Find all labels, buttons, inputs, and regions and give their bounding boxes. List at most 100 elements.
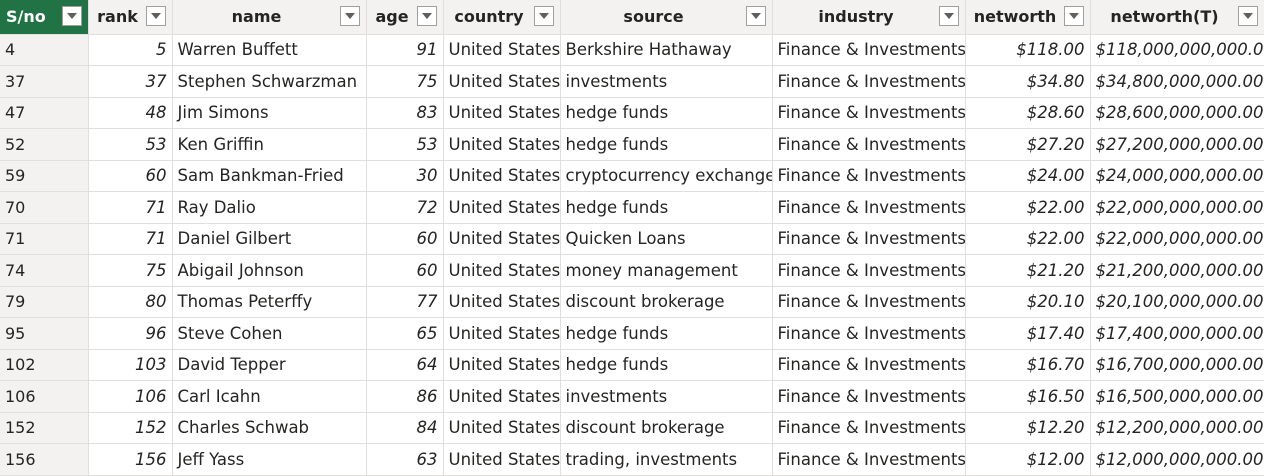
filter-dropdown-button[interactable] [145, 6, 166, 26]
cell-source[interactable]: hedge funds [560, 317, 773, 350]
cell-networth-t[interactable]: $12,200,000,000.00 [1090, 412, 1264, 444]
cell-source[interactable]: Berkshire Hathaway [560, 34, 773, 66]
cell-source[interactable]: money management [560, 254, 773, 287]
cell-networth[interactable]: $16.70 [965, 349, 1091, 381]
cell-industry[interactable]: Finance & Investments [772, 317, 966, 350]
cell-country[interactable]: United States [443, 254, 561, 287]
cell-sno[interactable]: 70 [0, 191, 89, 224]
table-row[interactable]: 106 106 Carl Icahn 86 United States investmen… [0, 380, 1264, 413]
cell-rank[interactable]: 37 [88, 65, 173, 98]
cell-age[interactable]: 75 [366, 65, 444, 98]
filter-dropdown-button[interactable] [61, 6, 82, 26]
cell-networth[interactable]: $20.10 [965, 286, 1091, 318]
cell-industry[interactable]: Finance & Investments [772, 160, 966, 192]
cell-networth-t[interactable]: $21,200,000,000.00 [1090, 254, 1264, 287]
cell-networth-t[interactable]: $118,000,000,000.00 [1090, 34, 1264, 66]
cell-industry[interactable]: Finance & Investments [772, 380, 966, 413]
cell-networth-t[interactable]: $12,000,000,000.00 [1090, 443, 1264, 476]
cell-sno[interactable]: 4 [0, 34, 89, 66]
cell-name[interactable]: Charles Schwab [172, 412, 367, 444]
cell-networth[interactable]: $22.00 [965, 223, 1091, 255]
cell-networth-t[interactable]: $27,200,000,000.00 [1090, 128, 1264, 161]
table-row[interactable]: 47 48 Jim Simons 83 United States hedge funds… [0, 97, 1264, 129]
cell-industry[interactable]: Finance & Investments [772, 128, 966, 161]
cell-networth[interactable]: $27.20 [965, 128, 1091, 161]
cell-country[interactable]: United States [443, 97, 561, 129]
cell-networth[interactable]: $28.60 [965, 97, 1091, 129]
cell-networth[interactable]: $22.00 [965, 191, 1091, 224]
cell-name[interactable]: Abigail Johnson [172, 254, 367, 287]
cell-sno[interactable]: 74 [0, 254, 89, 287]
filter-dropdown-button[interactable] [745, 6, 766, 26]
cell-rank[interactable]: 60 [88, 160, 173, 192]
cell-country[interactable]: United States [443, 380, 561, 413]
cell-source[interactable]: investments [560, 380, 773, 413]
filter-dropdown-button[interactable] [416, 6, 437, 26]
cell-name[interactable]: Jim Simons [172, 97, 367, 129]
cell-sno[interactable]: 71 [0, 223, 89, 255]
cell-age[interactable]: 83 [366, 97, 444, 129]
cell-networth[interactable]: $118.00 [965, 34, 1091, 66]
cell-name[interactable]: Sam Bankman-Fried [172, 160, 367, 192]
cell-sno[interactable]: 52 [0, 128, 89, 161]
cell-rank[interactable]: 5 [88, 34, 173, 66]
cell-source[interactable]: investments [560, 65, 773, 98]
cell-age[interactable]: 72 [366, 191, 444, 224]
table-row[interactable]: 79 80 Thomas Peterffy 77 United States discou… [0, 286, 1264, 318]
cell-name[interactable]: Carl Icahn [172, 380, 367, 413]
cell-networth-t[interactable]: $16,700,000,000.00 [1090, 349, 1264, 381]
cell-industry[interactable]: Finance & Investments [772, 349, 966, 381]
cell-name[interactable]: Warren Buffett [172, 34, 367, 66]
cell-name[interactable]: Daniel Gilbert [172, 223, 367, 255]
cell-networth-t[interactable]: $20,100,000,000.00 [1090, 286, 1264, 318]
cell-age[interactable]: 84 [366, 412, 444, 444]
column-header-networth[interactable]: networth [965, 0, 1091, 35]
cell-country[interactable]: United States [443, 160, 561, 192]
cell-networth[interactable]: $34.80 [965, 65, 1091, 98]
filter-dropdown-button[interactable] [339, 6, 360, 26]
cell-sno[interactable]: 79 [0, 286, 89, 318]
cell-rank[interactable]: 80 [88, 286, 173, 318]
column-header-source[interactable]: source [560, 0, 773, 35]
cell-country[interactable]: United States [443, 65, 561, 98]
cell-rank[interactable]: 75 [88, 254, 173, 287]
cell-country[interactable]: United States [443, 128, 561, 161]
cell-country[interactable]: United States [443, 191, 561, 224]
cell-industry[interactable]: Finance & Investments [772, 254, 966, 287]
cell-networth-t[interactable]: $17,400,000,000.00 [1090, 317, 1264, 350]
cell-age[interactable]: 60 [366, 223, 444, 255]
cell-name[interactable]: Stephen Schwarzman [172, 65, 367, 98]
cell-rank[interactable]: 156 [88, 443, 173, 476]
cell-source[interactable]: hedge funds [560, 128, 773, 161]
cell-networth-t[interactable]: $34,800,000,000.00 [1090, 65, 1264, 98]
cell-sno[interactable]: 156 [0, 443, 89, 476]
cell-rank[interactable]: 71 [88, 191, 173, 224]
filter-dropdown-button[interactable] [533, 6, 554, 26]
cell-industry[interactable]: Finance & Investments [772, 223, 966, 255]
column-header-sno[interactable]: S/no [0, 0, 89, 35]
cell-source[interactable]: cryptocurrency exchange [560, 160, 773, 192]
table-row[interactable]: 59 60 Sam Bankman-Fried 30 United States cryp… [0, 160, 1264, 192]
cell-industry[interactable]: Finance & Investments [772, 34, 966, 66]
filter-dropdown-button[interactable] [1237, 6, 1258, 26]
cell-age[interactable]: 65 [366, 317, 444, 350]
column-header-rank[interactable]: rank [88, 0, 173, 35]
cell-age[interactable]: 91 [366, 34, 444, 66]
cell-rank[interactable]: 103 [88, 349, 173, 381]
cell-sno[interactable]: 47 [0, 97, 89, 129]
cell-sno[interactable]: 106 [0, 380, 89, 413]
cell-industry[interactable]: Finance & Investments [772, 286, 966, 318]
cell-age[interactable]: 86 [366, 380, 444, 413]
table-row[interactable]: 37 37 Stephen Schwarzman 75 United States inv… [0, 65, 1264, 98]
column-header-name[interactable]: name [172, 0, 367, 35]
cell-rank[interactable]: 96 [88, 317, 173, 350]
cell-rank[interactable]: 53 [88, 128, 173, 161]
cell-source[interactable]: Quicken Loans [560, 223, 773, 255]
cell-networth[interactable]: $24.00 [965, 160, 1091, 192]
cell-networth-t[interactable]: $22,000,000,000.00 [1090, 223, 1264, 255]
cell-age[interactable]: 64 [366, 349, 444, 381]
cell-country[interactable]: United States [443, 443, 561, 476]
cell-rank[interactable]: 71 [88, 223, 173, 255]
cell-country[interactable]: United States [443, 317, 561, 350]
table-row[interactable]: 52 53 Ken Griffin 53 United States hedge fund… [0, 128, 1264, 161]
